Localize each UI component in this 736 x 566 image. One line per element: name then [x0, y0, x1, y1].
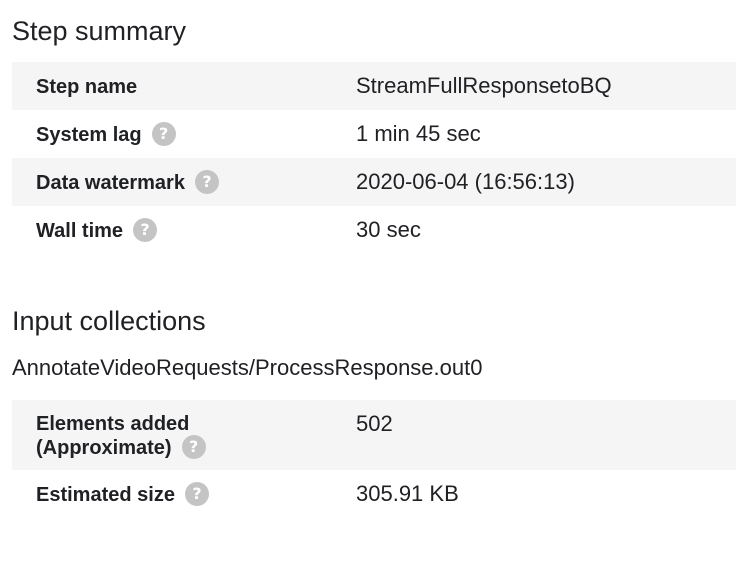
elements-added-label-line2: (Approximate) [36, 437, 172, 459]
elements-added-label-line1: Elements added [36, 413, 190, 435]
collection-name: AnnotateVideoRequests/ProcessResponse.ou… [12, 355, 483, 380]
input-collections-title: Input collections [12, 306, 206, 336]
estimated-size-row: Estimated size? 305.91 KB [12, 470, 736, 518]
help-icon[interactable]: ? [181, 434, 206, 459]
data-watermark-label: Data watermark [36, 172, 185, 194]
wall-time-label: Wall time [36, 220, 124, 242]
wall-time-value: 30 sec [356, 217, 421, 242]
step-name-row: Step name StreamFullResponsetoBQ [12, 62, 736, 110]
step-summary-table: Step name StreamFullResponsetoBQ System … [12, 62, 736, 254]
step-summary-title: Step summary [12, 16, 187, 46]
input-collections-table: Elements added (Approximate)? 502 Estima… [12, 400, 736, 518]
estimated-size-label: Estimated size [36, 484, 175, 506]
elements-added-label-line2-wrap: (Approximate)? [36, 434, 206, 461]
data-watermark-label-wrap: Data watermark? [36, 169, 219, 196]
wall-time-row: Wall time? 30 sec [12, 206, 736, 254]
step-name-value: StreamFullResponsetoBQ [356, 73, 612, 98]
system-lag-label-wrap: System lag? [36, 121, 176, 148]
elements-added-row: Elements added (Approximate)? 502 [12, 400, 736, 470]
step-name-label: Step name [36, 76, 138, 98]
help-icon[interactable]: ? [184, 481, 209, 506]
data-watermark-value: 2020-06-04 (16:56:13) [356, 169, 575, 194]
help-icon[interactable]: ? [133, 217, 158, 242]
system-lag-row: System lag? 1 min 45 sec [12, 110, 736, 158]
help-icon[interactable]: ? [151, 121, 176, 146]
wall-time-label-wrap: Wall time? [36, 217, 158, 244]
system-lag-value: 1 min 45 sec [356, 121, 481, 146]
estimated-size-label-wrap: Estimated size? [36, 481, 209, 508]
help-icon[interactable]: ? [194, 169, 219, 194]
data-watermark-row: Data watermark? 2020-06-04 (16:56:13) [12, 158, 736, 206]
system-lag-label: System lag [36, 124, 142, 146]
elements-added-value: 502 [356, 411, 393, 436]
estimated-size-value: 305.91 KB [356, 481, 459, 506]
